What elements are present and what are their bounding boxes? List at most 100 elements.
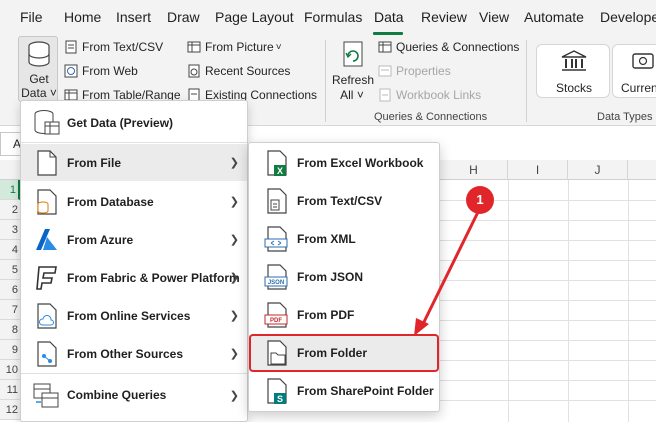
get-data-menu: Get Data (Preview) From File ❯ From Data… <box>20 100 248 422</box>
currency-icon <box>632 53 654 69</box>
column-header[interactable]: J <box>568 160 628 180</box>
grid-line <box>440 240 656 241</box>
row-header[interactable]: 9 <box>0 340 20 360</box>
properties-icon <box>378 65 392 77</box>
menu-item-from-online-services[interactable]: From Online Services ❯ <box>21 297 247 334</box>
tab-automate[interactable]: Automate <box>524 9 584 25</box>
json-file-icon: JSON <box>264 264 288 290</box>
grid-line <box>440 280 656 281</box>
grid-line <box>440 380 656 381</box>
tab-formulas[interactable]: Formulas <box>304 9 362 25</box>
currencies-button[interactable]: Currencies <box>612 44 656 98</box>
row-header[interactable]: 6 <box>0 280 20 300</box>
refresh-label-2: All ˅ <box>340 88 364 102</box>
refresh-label-1: Refresh <box>332 73 375 87</box>
xml-file-icon <box>264 226 288 252</box>
menu-item-from-other-sources[interactable]: From Other Sources ❯ <box>21 335 247 372</box>
chevron-right-icon: ❯ <box>229 348 239 360</box>
cloud-file-icon <box>37 302 57 329</box>
tab-draw[interactable]: Draw <box>167 9 200 25</box>
grid-line <box>440 360 656 361</box>
menu-item-from-xml[interactable]: From XML <box>249 221 439 257</box>
grid-line <box>440 400 656 401</box>
row-header[interactable]: 3 <box>0 220 20 240</box>
svg-text:X: X <box>277 166 283 176</box>
stocks-button[interactable]: Stocks <box>536 44 610 98</box>
from-picture-button[interactable]: From Picture ˅ <box>187 40 282 54</box>
menu-item-from-file[interactable]: From File ❯ <box>21 144 247 181</box>
refresh-all-button[interactable]: Refresh All ˅ <box>332 38 375 104</box>
grid-line <box>568 180 569 422</box>
row-header[interactable]: 8 <box>0 320 20 340</box>
menu-item-from-json[interactable]: JSON From JSON <box>249 259 439 295</box>
row-header[interactable]: 11 <box>0 380 20 400</box>
fabric-icon <box>36 265 57 290</box>
chevron-right-icon: ❯ <box>229 234 239 246</box>
row-header[interactable]: 4 <box>0 240 20 260</box>
menu-item-from-azure[interactable]: From Azure ❯ <box>21 221 247 258</box>
menu-item-from-pdf[interactable]: PDF From PDF <box>249 297 439 333</box>
menu-item-combine-queries[interactable]: Combine Queries ❯ <box>21 377 247 413</box>
tab-insert[interactable]: Insert <box>116 9 151 25</box>
grid-line <box>440 260 656 261</box>
column-header[interactable]: H <box>440 160 508 180</box>
row-header[interactable]: 2 <box>0 200 20 220</box>
text-file-icon <box>65 40 77 54</box>
grid-line <box>440 340 656 341</box>
svg-text:JSON: JSON <box>268 280 284 286</box>
pdf-file-icon: PDF <box>264 302 288 328</box>
highlight-box <box>249 334 439 372</box>
grid-line <box>440 300 656 301</box>
menu-item-from-fabric-power-platform[interactable]: From Fabric & Power Platform ❯ <box>21 259 247 296</box>
active-tab-indicator <box>373 32 403 35</box>
from-text-csv-button[interactable]: From Text/CSV <box>64 40 163 54</box>
row-header[interactable]: 1 <box>0 180 20 200</box>
menu-item-get-data-preview[interactable]: Get Data (Preview) <box>21 105 247 141</box>
name-box[interactable]: A <box>0 132 22 156</box>
column-header[interactable]: I <box>508 160 568 180</box>
menu-item-from-sharepoint-folder[interactable]: S From SharePoint Folder <box>249 373 439 409</box>
from-web-button[interactable]: From Web <box>64 64 138 78</box>
recent-sources-button[interactable]: Recent Sources <box>187 64 290 78</box>
row-header[interactable]: 10 <box>0 360 20 380</box>
refresh-icon <box>343 41 363 67</box>
row-header[interactable]: 12 <box>0 400 20 420</box>
properties-button[interactable]: Properties <box>378 64 451 78</box>
web-icon <box>64 64 78 78</box>
link-file-icon <box>379 88 391 102</box>
file-icon <box>37 149 57 176</box>
svg-text:PDF: PDF <box>270 318 282 324</box>
menu-separator <box>21 373 247 374</box>
queries-connections-button[interactable]: Queries & Connections <box>378 40 519 54</box>
grid-line <box>508 180 509 422</box>
row-header[interactable]: 7 <box>0 300 20 320</box>
tab-data[interactable]: Data <box>374 9 404 25</box>
stocks-label: Stocks <box>555 81 592 95</box>
chevron-right-icon: ❯ <box>229 272 239 284</box>
tab-page-layout[interactable]: Page Layout <box>215 9 294 25</box>
queries-group-label: Queries & Connections <box>374 111 488 123</box>
chevron-right-icon: ❯ <box>229 157 239 169</box>
menu-item-from-excel-workbook[interactable]: X From Excel Workbook <box>249 145 439 181</box>
excel-file-icon: X <box>267 150 287 176</box>
tab-review[interactable]: Review <box>421 9 467 25</box>
menu-separator <box>21 142 247 143</box>
picture-icon <box>187 41 201 53</box>
workbook-links-button[interactable]: Workbook Links <box>378 88 481 102</box>
grid-line <box>440 320 656 321</box>
bank-icon <box>561 50 587 71</box>
menu-item-from-text-csv[interactable]: From Text/CSV <box>249 183 439 219</box>
text-file-icon <box>267 188 287 214</box>
database-icon <box>28 41 50 67</box>
ribbon-divider <box>526 40 527 122</box>
chevron-down-icon: ˅ <box>275 41 282 53</box>
tab-developer[interactable]: Developer <box>600 9 656 25</box>
row-header[interactable]: 5 <box>0 260 20 280</box>
tab-file[interactable]: File <box>20 9 43 25</box>
tab-view[interactable]: View <box>479 9 509 25</box>
menu-item-from-database[interactable]: From Database ❯ <box>21 183 247 220</box>
get-data-button[interactable]: Get Data ˅ <box>18 36 58 102</box>
tab-home[interactable]: Home <box>64 9 101 25</box>
currencies-label: Currencies <box>621 81 656 95</box>
grid-line <box>440 220 656 221</box>
